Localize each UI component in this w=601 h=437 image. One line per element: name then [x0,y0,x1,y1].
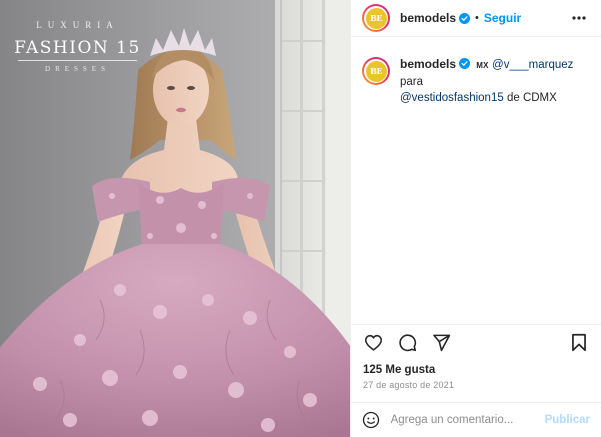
publish-button[interactable]: Publicar [545,414,590,426]
brand-watermark-top: LUXURIA [36,20,119,30]
caption-text: bemodels MX @v___marquez para @vestidosf… [400,56,589,106]
more-horizontal-icon[interactable] [571,10,587,26]
verified-badge-icon [459,58,471,69]
caption-username[interactable]: bemodels [400,57,456,71]
mention-link[interactable]: @v___marquez [492,59,573,71]
caption-avatar[interactable]: BE [362,57,390,85]
post-caption: BE bemodels MX @v___marquez para @vestid… [351,37,601,106]
avatar-ring: BE [364,6,388,30]
brand-watermark-sub: DRESSES [45,65,110,73]
mention-link[interactable]: @vestidosfashion15 [400,92,504,104]
emoji-button[interactable] [362,410,381,430]
heart-icon [364,334,382,351]
emoji-icon [363,411,380,429]
author-avatar[interactable]: BE [362,4,390,32]
like-count[interactable]: 125 Me gusta [363,364,435,376]
post-date[interactable]: 27 de agosto de 2021 [363,380,454,390]
send-icon [432,334,450,352]
comment-button[interactable] [396,332,418,354]
bookmark-icon [572,333,586,352]
comment-input[interactable] [390,414,545,426]
separator-dot: • [475,12,479,24]
brand-watermark-title: FASHION 15 [14,38,141,58]
caption-tail: de CDMX [506,92,557,104]
flag-mx: MX [476,61,489,70]
more-dots-glyph [572,16,586,20]
follow-button[interactable]: Seguir [484,11,521,25]
avatar-logo: BE [365,7,387,29]
verified-badge-icon [459,12,471,24]
caption-word: para [400,76,424,88]
save-button[interactable] [568,332,590,354]
comment-icon [398,334,416,352]
brand-watermark-rule [18,60,137,61]
avatar-logo: BE [365,60,387,82]
like-button[interactable] [362,332,384,354]
author-username[interactable]: bemodels [400,11,456,25]
post-photo[interactable]: LUXURIA FASHION 15 DRESSES [0,0,350,437]
avatar-ring: BE [364,59,388,83]
post-actions [351,324,601,360]
comment-bar: Publicar [351,402,601,437]
post-header: BE bemodels • Seguir [351,0,601,37]
share-button[interactable] [430,332,452,354]
post-side-panel: BE bemodels • Seguir BE bemodels MX @v__… [350,0,601,437]
brand-watermark: LUXURIA FASHION 15 DRESSES [10,14,145,84]
